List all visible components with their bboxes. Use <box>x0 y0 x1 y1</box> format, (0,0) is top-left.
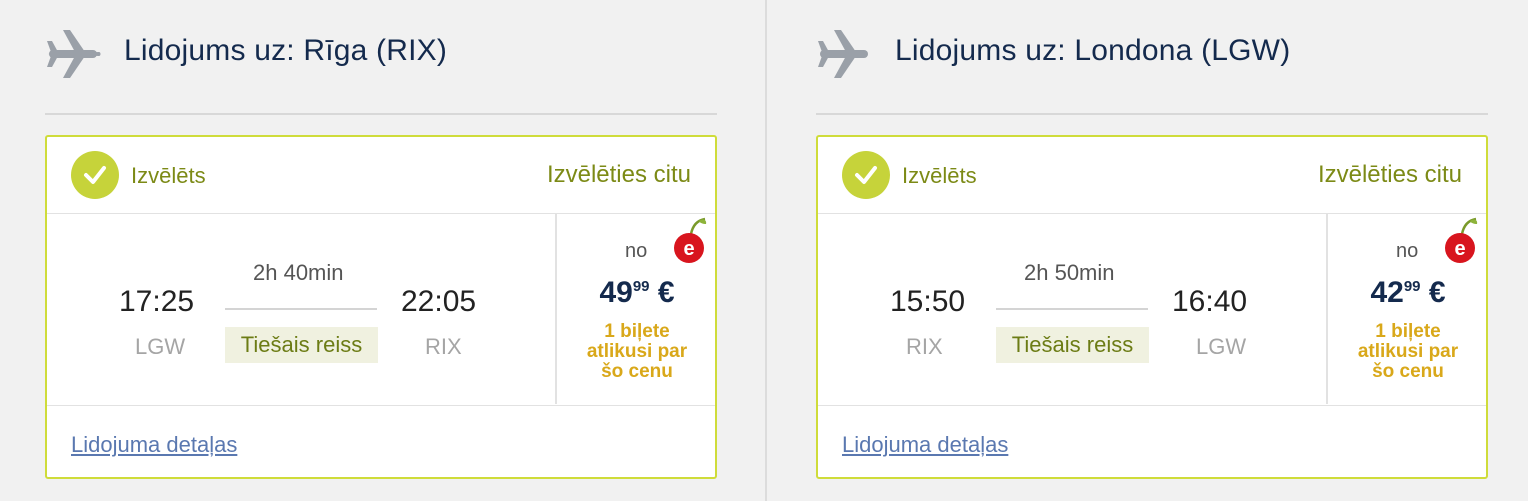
card-header: Izvēlēts Izvēlēties citu <box>47 137 715 214</box>
seats-left-line: 1 biļete <box>1375 321 1441 342</box>
selected-label: Izvēlēts <box>131 163 206 188</box>
price: 4999 € <box>557 276 717 310</box>
seats-left-line: atlikusi par <box>1357 341 1459 362</box>
e-cherry-icon: e <box>674 217 707 263</box>
flight-duration: 2h 40min <box>253 260 344 285</box>
seats-left-line: šo cenu <box>601 361 673 382</box>
price-currency: € <box>1428 276 1446 309</box>
departure-time: 17:25 <box>119 285 195 318</box>
arrival-time: 16:40 <box>1172 285 1248 318</box>
flight-details-link[interactable]: Lidojuma detaļas <box>842 432 1008 458</box>
price-whole: 49 <box>599 276 633 309</box>
price-box: no e 4299 € 1 biļete atlikusi par šo cen… <box>1326 214 1488 404</box>
flight-duration: 2h 50min <box>1024 260 1115 285</box>
flight-times: 17:25 LGW 2h 40min Tiešais reiss 22:05 R… <box>47 214 555 404</box>
seats-left-notice: 1 biļete atlikusi par šo cenu <box>1328 322 1488 382</box>
outbound-flight-column: Lidojums uz: Rīga (RIX) Izvēlēts Izvēlēt… <box>45 0 717 501</box>
flight-header: Lidojums uz: Londona (LGW) <box>816 22 1488 82</box>
return-flight-column: Lidojums uz: Londona (LGW) Izvēlēts Izvē… <box>816 0 1488 501</box>
route-line <box>996 308 1148 310</box>
card-footer: Lidojuma detaļas <box>818 405 1486 478</box>
price-cents: 99 <box>1403 278 1421 295</box>
column-divider <box>765 0 767 501</box>
price-currency: € <box>657 276 675 309</box>
arrival-airport-code: RIX <box>425 334 462 359</box>
price-from-label: no <box>625 240 648 262</box>
departure-airport-code: LGW <box>135 334 186 359</box>
price-from-label: no <box>1396 240 1419 262</box>
svg-text:e: e <box>1454 238 1465 260</box>
choose-other-button[interactable]: Izvēlēties citu <box>1318 161 1462 189</box>
seats-left-line: šo cenu <box>1372 361 1444 382</box>
route-line <box>225 308 377 310</box>
price-cents: 99 <box>632 278 650 295</box>
flight-details-link[interactable]: Lidojuma detaļas <box>71 432 237 458</box>
checkmark-icon <box>71 151 119 199</box>
direct-flight-badge: Tiešais reiss <box>996 327 1149 363</box>
selected-flight-card: Izvēlēts Izvēlēties citu 15:50 RIX 2h 50… <box>816 135 1488 479</box>
card-footer: Lidojuma detaļas <box>47 405 715 478</box>
flight-destination-title: Lidojums uz: Rīga (RIX) <box>124 34 448 67</box>
airplane-icon <box>47 30 101 78</box>
airplane-icon <box>818 30 868 78</box>
svg-text:e: e <box>683 238 694 260</box>
e-cherry-icon: e <box>1445 217 1478 263</box>
header-divider <box>45 113 717 115</box>
seats-left-line: 1 biļete <box>604 321 670 342</box>
arrival-time: 22:05 <box>401 285 477 318</box>
header-divider <box>816 113 1488 115</box>
departure-time: 15:50 <box>890 285 966 318</box>
seats-left-notice: 1 biļete atlikusi par šo cenu <box>557 322 717 382</box>
card-header: Izvēlēts Izvēlēties citu <box>818 137 1486 214</box>
selected-label: Izvēlēts <box>902 163 977 188</box>
selected-flight-card: Izvēlēts Izvēlēties citu 17:25 LGW 2h 40… <box>45 135 717 479</box>
price: 4299 € <box>1328 276 1488 310</box>
arrival-airport-code: LGW <box>1196 334 1247 359</box>
price-whole: 42 <box>1370 276 1404 309</box>
flight-header: Lidojums uz: Rīga (RIX) <box>45 22 717 82</box>
choose-other-button[interactable]: Izvēlēties citu <box>547 161 691 189</box>
flight-destination-title: Lidojums uz: Londona (LGW) <box>895 34 1291 67</box>
flight-times: 15:50 RIX 2h 50min Tiešais reiss 16:40 L… <box>818 214 1326 404</box>
departure-airport-code: RIX <box>906 334 943 359</box>
direct-flight-badge: Tiešais reiss <box>225 327 378 363</box>
seats-left-line: atlikusi par <box>586 341 688 362</box>
checkmark-icon <box>842 151 890 199</box>
price-box: no e 4999 € 1 biļete atlikusi par šo cen… <box>555 214 717 404</box>
